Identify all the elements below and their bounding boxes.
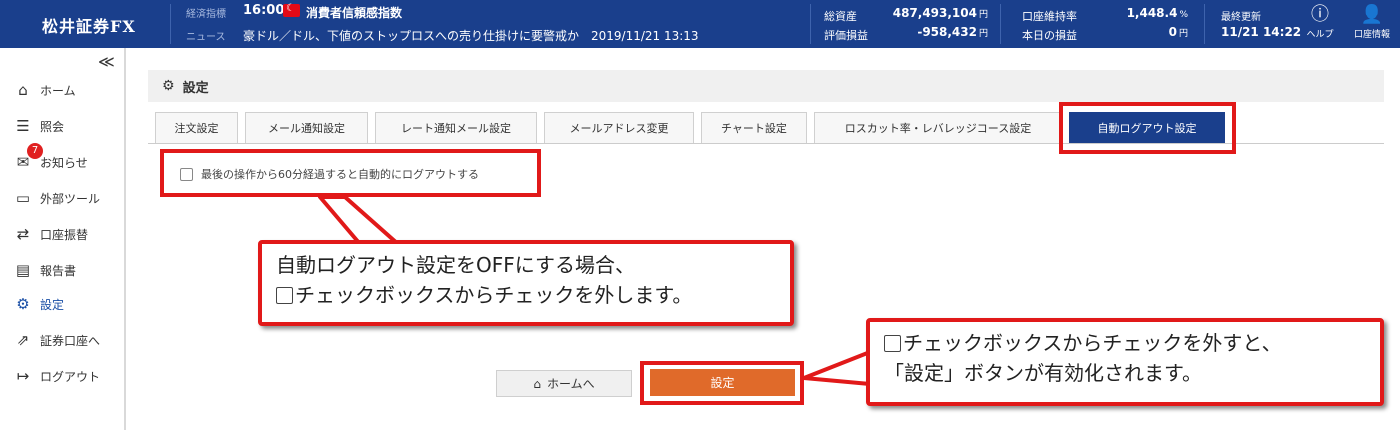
checkbox-square-icon (276, 287, 293, 304)
callout-button-enabled-note: チェックボックスからチェックを外すと、 「設定」ボタンが有効化されます。 (866, 318, 1384, 406)
checkbox-square-icon (884, 335, 901, 352)
callout-uncheck-instruction: 自動ログアウト設定をOFFにする場合、 チェックボックスからチェックを外します。 (258, 240, 794, 326)
